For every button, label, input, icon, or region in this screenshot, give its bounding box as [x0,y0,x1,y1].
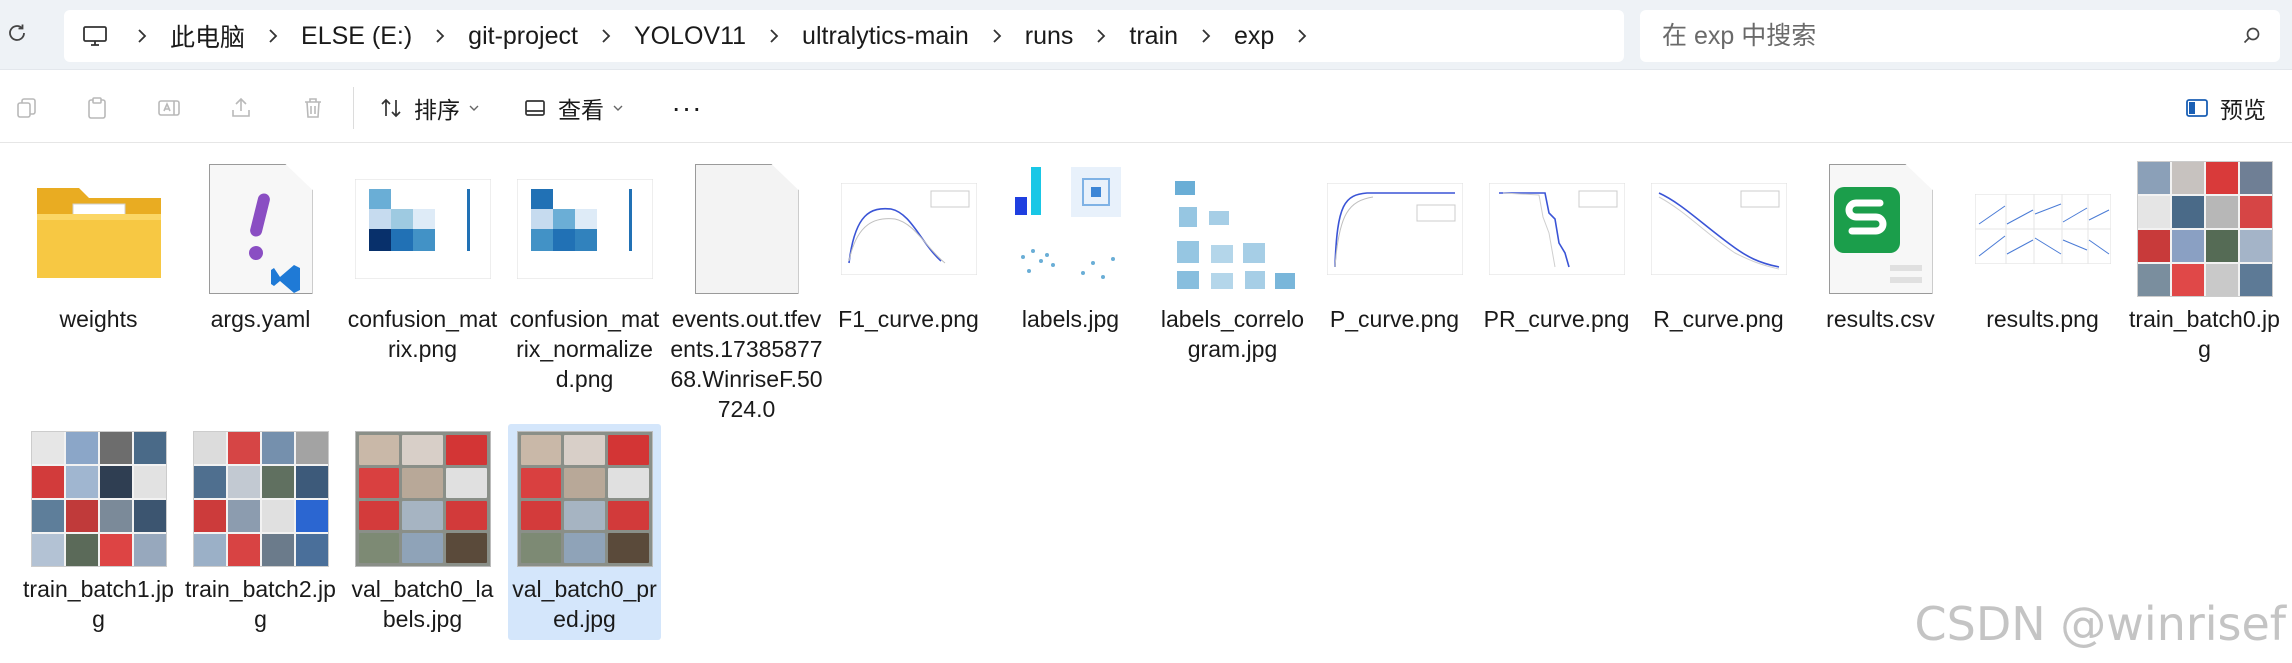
file-item-confusion-matrix[interactable]: confusion_matrix.png [346,154,499,370]
file-item-val-batch0-labels[interactable]: val_batch0_labels.jpg [346,424,499,640]
refresh-icon[interactable] [6,22,30,46]
curve-thumbnail [1648,158,1790,300]
image-thumbnail [514,428,656,570]
chevron-down-icon [612,103,624,113]
breadcrumb-ultralytics-main[interactable]: ultralytics-main [794,22,977,51]
file-name: args.yaml [210,306,311,332]
breadcrumb-drive[interactable]: ELSE (E:) [293,22,420,51]
csv-file-icon [1810,158,1952,300]
breadcrumb-train[interactable]: train [1121,22,1186,51]
share-icon[interactable] [228,95,254,121]
file-item-args-yaml[interactable]: args.yaml [184,154,337,340]
file-name: train_batch2.jpg [185,576,336,632]
file-name: events.out.tfevents.1738587768.WinriseF.… [670,306,823,422]
chevron-right-icon[interactable] [754,27,794,45]
file-name: val_batch0_labels.jpg [351,576,494,632]
chevron-right-icon[interactable] [122,27,162,45]
this-pc-icon[interactable] [82,23,108,49]
sort-label: 排序 [414,97,460,123]
search-box[interactable] [1640,10,2280,62]
file-name: P_curve.png [1329,306,1460,332]
labels-thumbnail [1000,158,1142,300]
preview-pane-button[interactable]: 预览 [2184,91,2266,125]
chevron-right-icon[interactable] [586,27,626,45]
file-name: PR_curve.png [1483,306,1630,332]
image-thumbnail [352,428,494,570]
chevron-down-icon [468,103,480,113]
folder-icon [28,158,170,300]
file-item-train-batch0[interactable]: train_batch0.jpg [2128,154,2281,370]
generic-file-icon [676,158,818,300]
file-name: val_batch0_pred.jpg [512,576,657,632]
curve-thumbnail [1324,158,1466,300]
file-name: R_curve.png [1653,306,1784,332]
file-name: results.csv [1826,306,1935,332]
search-icon[interactable] [2242,26,2262,46]
breadcrumb-exp[interactable]: exp [1226,22,1282,51]
more-options-button[interactable]: ··· [670,91,704,125]
file-item-events[interactable]: events.out.tfevents.1738587768.WinriseF.… [670,154,823,430]
chevron-right-icon[interactable] [420,27,460,45]
file-name: labels_correlogram.jpg [1160,306,1305,362]
copy-icon[interactable] [14,95,40,121]
image-thumbnail [2134,158,2276,300]
correlogram-thumbnail [1162,158,1304,300]
file-name: F1_curve.png [838,306,979,332]
image-thumbnail [190,428,332,570]
file-name: results.png [1986,306,2099,332]
sort-button[interactable]: 排序 [378,91,480,125]
chevron-right-icon[interactable] [1282,27,1322,45]
address-bar[interactable]: 此电脑 ELSE (E:) git-project YOLOV11 ultral… [64,10,1624,62]
file-item-confusion-matrix-normalized[interactable]: confusion_matrix_normalized.png [508,154,661,400]
file-item-train-batch1[interactable]: train_batch1.jpg [22,424,175,640]
sort-icon [378,95,404,121]
file-item-train-batch2[interactable]: train_batch2.jpg [184,424,337,640]
file-item-r-curve[interactable]: R_curve.png [1642,154,1795,340]
file-name: labels.jpg [1021,306,1120,332]
chevron-right-icon[interactable] [1081,27,1121,45]
chevron-right-icon[interactable] [1186,27,1226,45]
results-thumbnail [1972,158,2114,300]
paste-icon[interactable] [84,95,110,121]
yaml-file-icon [190,158,332,300]
curve-thumbnail [838,158,980,300]
file-item-results-png[interactable]: results.png [1966,154,2119,340]
command-bar: 排序 查看 ··· 预览 [0,71,2292,143]
file-item-f1-curve[interactable]: F1_curve.png [832,154,985,340]
preview-pane-icon [2184,95,2210,121]
delete-icon[interactable] [300,95,326,121]
breadcrumb-runs[interactable]: runs [1017,22,1082,51]
file-item-weights[interactable]: weights [22,154,175,340]
toolbar-divider [353,87,354,129]
chevron-right-icon[interactable] [977,27,1017,45]
file-item-results-csv[interactable]: results.csv [1804,154,1957,340]
image-thumbnail [28,428,170,570]
breadcrumb-yolov11[interactable]: YOLOV11 [626,22,754,51]
view-button[interactable]: 查看 [522,91,624,125]
rename-icon[interactable] [156,95,182,121]
file-item-p-curve[interactable]: P_curve.png [1318,154,1471,340]
search-input[interactable] [1662,21,2222,51]
file-item-pr-curve[interactable]: PR_curve.png [1480,154,1633,340]
file-name: train_batch1.jpg [23,576,174,632]
file-name: train_batch0.jpg [2129,306,2280,362]
chevron-right-icon[interactable] [253,27,293,45]
view-label: 查看 [558,97,604,123]
breadcrumb-git-project[interactable]: git-project [460,22,586,51]
file-name: weights [59,306,138,332]
file-name: confusion_matrix_normalized.png [509,306,660,392]
watermark: CSDN @winrisef [1914,597,2286,651]
curve-thumbnail [1486,158,1628,300]
confusion-matrix-thumbnail [352,158,494,300]
preview-label: 预览 [2220,97,2266,123]
file-name: confusion_matrix.png [347,306,498,362]
file-item-val-batch0-pred[interactable]: val_batch0_pred.jpg [508,424,661,640]
view-icon [522,95,548,121]
confusion-matrix-thumbnail [514,158,656,300]
breadcrumb-this-pc[interactable]: 此电脑 [162,18,253,54]
file-grid: weights args.yaml confusion_matrix.png c… [22,154,2292,663]
address-row: 此电脑 ELSE (E:) git-project YOLOV11 ultral… [0,0,2292,70]
file-item-labels-correlogram[interactable]: labels_correlogram.jpg [1156,154,1309,370]
file-item-labels[interactable]: labels.jpg [994,154,1147,340]
